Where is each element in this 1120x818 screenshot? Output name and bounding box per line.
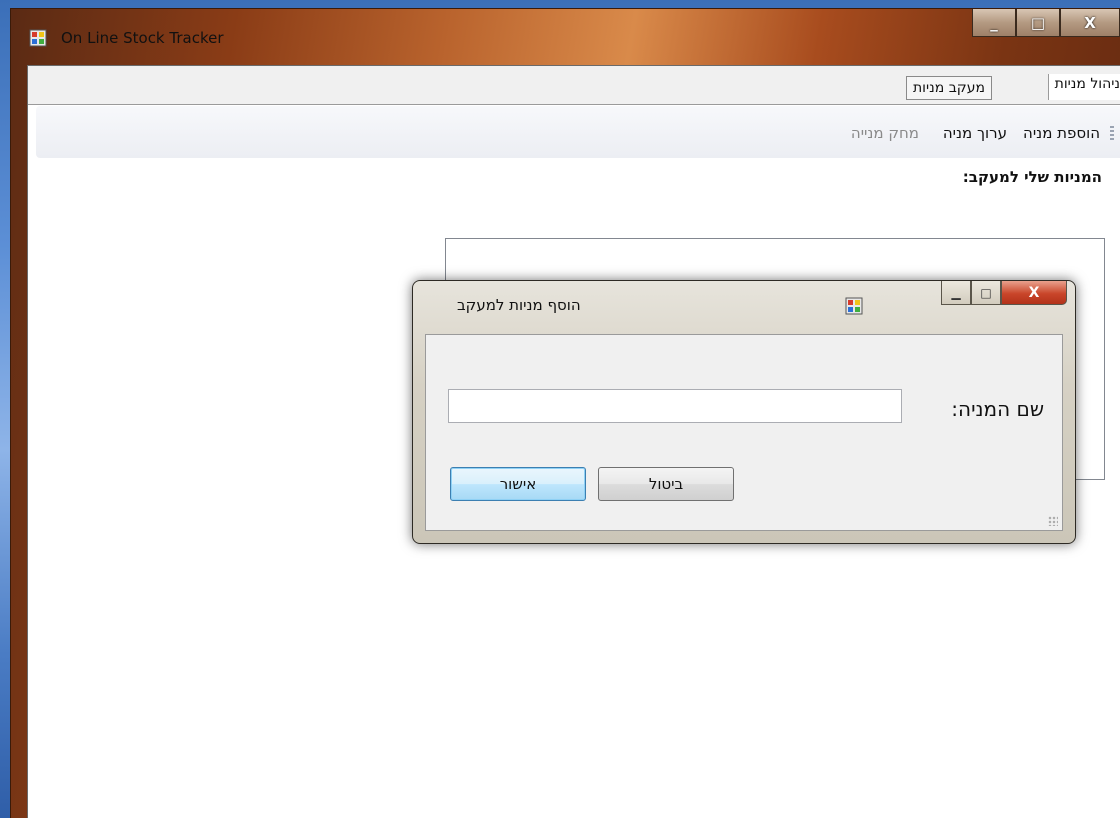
add-stock-button[interactable]: הוספת מניה [1023,124,1100,142]
window-controls: _ □ X [972,9,1120,41]
dialog-minimize-button[interactable]: ▁ [941,281,971,305]
minimize-icon: _ [990,13,998,32]
stock-name-input[interactable] [448,389,902,423]
tab-strip: ניהול מניות מעקב מניות [28,66,1120,105]
toolbar: הוספת מניה ערוך מניה מחק מנייה [36,106,1120,158]
window-title: On Line Stock Tracker [61,29,224,47]
main-titlebar[interactable]: On Line Stock Tracker _ □ X [11,9,1120,65]
dialog-window-controls: ▁ □ X [941,281,1067,305]
resize-grip-icon[interactable] [1048,516,1058,526]
toolbar-grip-icon[interactable] [1110,126,1114,142]
stock-name-label: שם המניה: [951,397,1044,421]
close-button[interactable]: X [1060,9,1120,37]
edit-stock-button[interactable]: ערוך מניה [943,124,1007,142]
add-stock-dialog: הוסף מניות למעקב ▁ □ X שם המניה: אישור ב… [412,280,1076,544]
maximize-icon: □ [980,285,992,300]
maximize-icon: □ [1030,13,1046,32]
cancel-button[interactable]: ביטול [598,467,734,501]
minimize-button[interactable]: _ [972,9,1016,37]
ok-button[interactable]: אישור [450,467,586,501]
app-icon [845,297,863,315]
close-icon: X [1084,13,1096,32]
my-stocks-label: המניות שלי למעקב: [962,168,1102,186]
tab-stock-tracking[interactable]: מעקב מניות [905,76,992,100]
maximize-button[interactable]: □ [1016,9,1060,37]
tab-stock-management[interactable]: ניהול מניות [1047,74,1120,100]
delete-stock-button[interactable]: מחק מנייה [851,124,919,142]
dialog-close-button[interactable]: X [1001,281,1067,305]
dialog-client-area: שם המניה: אישור ביטול [425,334,1063,531]
close-icon: X [1028,284,1040,301]
dialog-title: הוסף מניות למעקב [457,296,581,314]
app-icon [29,29,47,47]
minimize-icon: ▁ [951,285,961,300]
dialog-maximize-button[interactable]: □ [971,281,1001,305]
